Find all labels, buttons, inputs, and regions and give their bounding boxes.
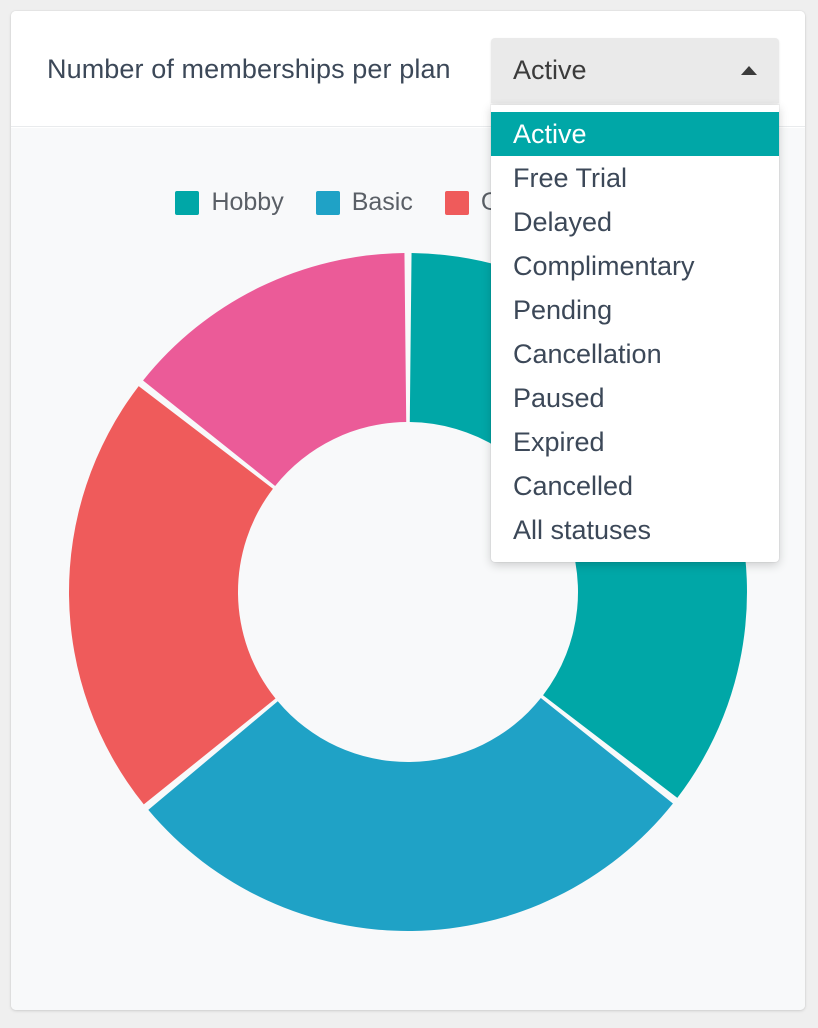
donut-slice[interactable]	[143, 253, 407, 486]
status-filter-option[interactable]: All statuses	[491, 508, 779, 552]
chevron-up-icon[interactable]	[741, 66, 757, 75]
status-filter-option[interactable]: Cancellation	[491, 332, 779, 376]
status-filter-option[interactable]: Free Trial	[491, 156, 779, 200]
legend-swatch-icon	[444, 190, 469, 215]
status-filter-select[interactable]: Active	[491, 38, 779, 103]
status-filter-option[interactable]: Cancelled	[491, 464, 779, 508]
legend-swatch-icon	[175, 190, 200, 215]
status-filter-menu[interactable]: Active Free Trial Delayed Complimentary Pend…	[491, 105, 779, 562]
page-title: Number of memberships per plan	[47, 53, 451, 84]
legend-item[interactable]: Basic	[315, 188, 413, 217]
status-filter-option[interactable]: Active	[491, 112, 779, 156]
status-filter-option[interactable]: Expired	[491, 420, 779, 464]
status-filter-option[interactable]: Delayed	[491, 200, 779, 244]
legend-item-label: Hobby	[211, 188, 284, 216]
donut-slice[interactable]	[68, 386, 276, 805]
legend-item-label: Basic	[351, 188, 413, 216]
status-filter-option[interactable]: Paused	[491, 376, 779, 420]
status-filter-option[interactable]: Complimentary	[491, 244, 779, 288]
status-filter-value: Active	[513, 55, 587, 85]
screen: Number of memberships per plan Hobby Basi…	[0, 0, 818, 1028]
status-filter-option[interactable]: Pending	[491, 288, 779, 332]
legend-item[interactable]: Hobby	[175, 188, 284, 217]
donut-slice[interactable]	[148, 698, 673, 932]
legend-swatch-icon	[315, 190, 340, 215]
